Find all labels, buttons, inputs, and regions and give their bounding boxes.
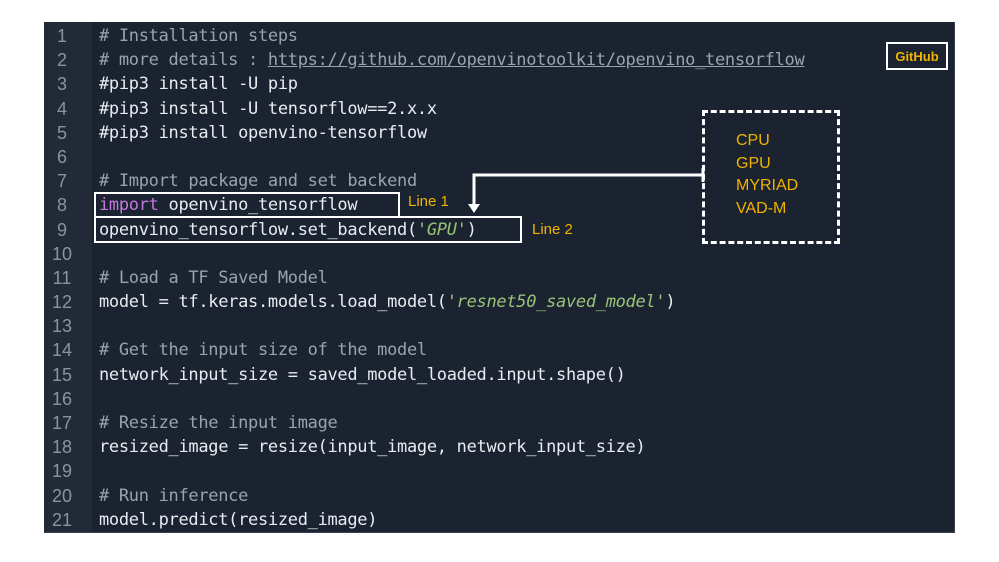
backend-arrow [468,168,705,213]
arrow-head-icon [468,204,480,213]
arrow-line [472,173,703,207]
